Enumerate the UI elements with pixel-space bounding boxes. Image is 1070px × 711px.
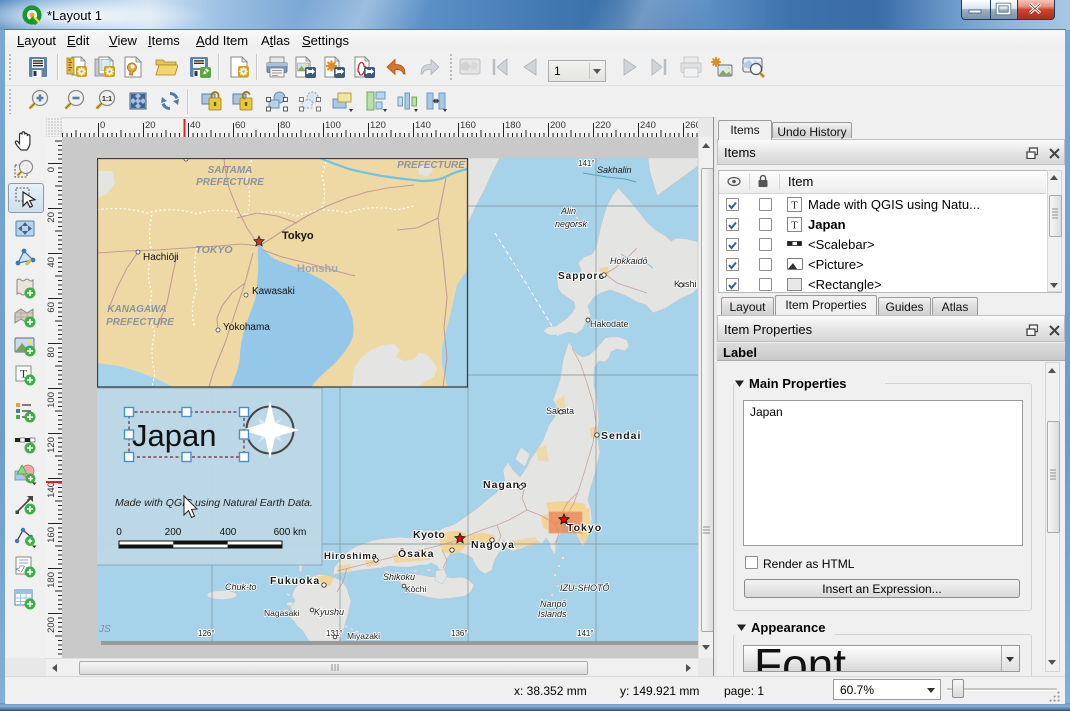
- svg-text:100: 100: [325, 120, 341, 131]
- svg-text:100: 100: [46, 392, 57, 408]
- svg-text:Nanpō: Nanpō: [540, 599, 567, 609]
- svg-text:negorsk: negorsk: [555, 219, 588, 229]
- svg-text:140: 140: [46, 482, 57, 498]
- svg-text:80: 80: [46, 347, 57, 358]
- svg-text:0: 0: [46, 167, 57, 172]
- svg-text:120: 120: [370, 120, 386, 131]
- svg-text:200: 200: [550, 120, 566, 131]
- svg-text:600 km: 600 km: [274, 527, 307, 538]
- svg-text:T: T: [791, 200, 798, 212]
- svg-text:Miyazaki: Miyazaki: [347, 631, 380, 641]
- svg-text:1:1: 1:1: [102, 96, 112, 103]
- svg-text:Tokyo: Tokyo: [567, 522, 602, 534]
- svg-text:Sakhalin: Sakhalin: [597, 165, 632, 175]
- svg-text:0: 0: [100, 120, 105, 131]
- svg-text:180: 180: [505, 120, 521, 131]
- svg-text:20: 20: [145, 120, 156, 131]
- svg-text:Ōsaka: Ōsaka: [398, 548, 435, 560]
- svg-text:Fukuoka: Fukuoka: [270, 575, 320, 587]
- svg-text:180: 180: [46, 572, 57, 588]
- svg-text:Hachiōji: Hachiōji: [143, 252, 179, 263]
- svg-text:80: 80: [280, 120, 291, 131]
- svg-text:60: 60: [235, 120, 246, 131]
- svg-text:141°: 141°: [578, 159, 595, 168]
- svg-text:TOKYO: TOKYO: [195, 244, 232, 256]
- svg-text:KANAGAWA: KANAGAWA: [107, 304, 166, 315]
- svg-text:Honshu: Honshu: [297, 263, 338, 275]
- svg-text:IZU-SHOTŌ: IZU-SHOTŌ: [560, 583, 610, 593]
- svg-text:120: 120: [46, 437, 57, 453]
- svg-text:Hiroshima: Hiroshima: [324, 551, 378, 562]
- svg-text:Nagasaki: Nagasaki: [264, 608, 300, 618]
- svg-text:Japan: Japan: [132, 418, 216, 453]
- svg-text:220: 220: [595, 120, 611, 131]
- svg-text:Hakodate: Hakodate: [590, 319, 629, 329]
- svg-text:40: 40: [190, 120, 201, 131]
- svg-text:Kawasaki: Kawasaki: [252, 286, 295, 297]
- svg-text:Shikoku: Shikoku: [383, 572, 415, 582]
- svg-text:Kushi: Kushi: [674, 279, 697, 289]
- svg-text:400: 400: [220, 527, 237, 538]
- svg-text:Chuk-to: Chuk-to: [225, 582, 257, 592]
- svg-text:Kyushu: Kyushu: [314, 607, 344, 617]
- svg-text:136°: 136°: [451, 629, 468, 638]
- svg-text:Made with QGIS using Natural E: Made with QGIS using Natural Earth Data.: [115, 497, 313, 509]
- svg-text:Alin: Alin: [560, 206, 576, 216]
- svg-text:160: 160: [460, 120, 476, 131]
- svg-text:40: 40: [46, 257, 57, 268]
- svg-text:60: 60: [46, 302, 57, 313]
- svg-text:Kyoto: Kyoto: [413, 529, 445, 541]
- svg-text:0: 0: [116, 527, 122, 538]
- svg-text:PREFECTURE: PREFECTURE: [106, 317, 174, 328]
- svg-text:260: 260: [685, 120, 698, 131]
- svg-text:200: 200: [165, 527, 182, 538]
- svg-text:Sapporo: Sapporo: [558, 271, 606, 282]
- svg-text:PREFECTURE: PREFECTURE: [397, 160, 465, 171]
- svg-text:Hokkaidō: Hokkaidō: [610, 256, 648, 266]
- svg-text:PREFECTURE: PREFECTURE: [196, 177, 264, 188]
- svg-text:160: 160: [46, 527, 57, 543]
- svg-text:240: 240: [640, 120, 656, 131]
- svg-text:20: 20: [46, 212, 57, 223]
- svg-text:Kōchi: Kōchi: [405, 584, 426, 594]
- svg-text:200: 200: [46, 617, 57, 633]
- svg-text:141°: 141°: [577, 629, 594, 638]
- svg-text:Yokohama: Yokohama: [223, 322, 270, 333]
- svg-text:Tokyo: Tokyo: [282, 230, 314, 242]
- svg-text:SAITAMA: SAITAMA: [208, 165, 253, 176]
- svg-text:Islands: Islands: [538, 609, 567, 619]
- svg-text:140: 140: [415, 120, 431, 131]
- svg-text:Sendai: Sendai: [601, 430, 641, 442]
- svg-text:126°: 126°: [198, 629, 215, 638]
- svg-text:JS: JS: [98, 624, 111, 635]
- svg-text:T: T: [791, 220, 798, 232]
